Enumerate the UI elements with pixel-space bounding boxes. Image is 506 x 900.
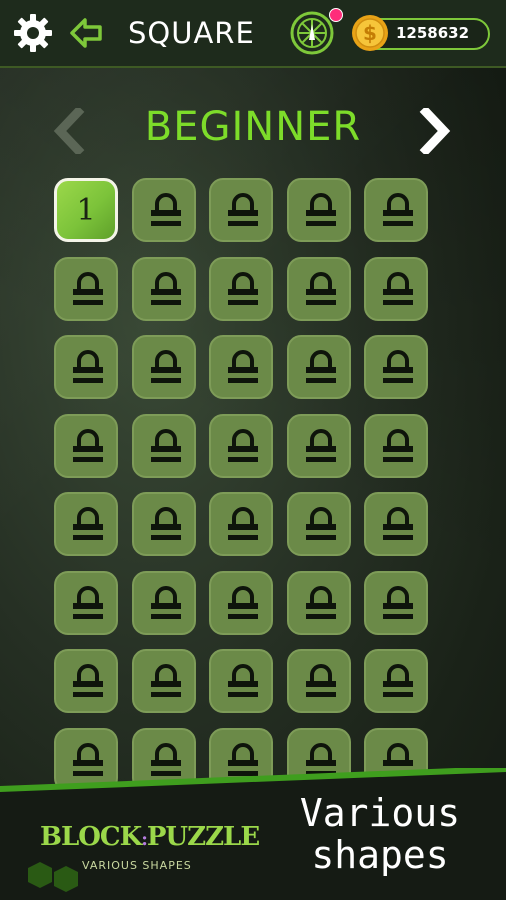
level-tile-locked[interactable] xyxy=(131,492,196,556)
lock-icon xyxy=(150,507,181,540)
level-tile-locked[interactable] xyxy=(131,413,196,478)
lock-icon xyxy=(383,585,413,619)
level-tile-locked[interactable] xyxy=(54,570,118,635)
level-tile-locked[interactable] xyxy=(286,570,351,635)
lock-icon xyxy=(73,271,103,305)
gear-icon[interactable] xyxy=(12,12,54,54)
lock-icon xyxy=(228,350,258,383)
level-tile-locked[interactable] xyxy=(131,178,196,242)
logo-subtitle: VARIOUS SHAPES xyxy=(82,859,192,872)
promo-tagline: Various shapes xyxy=(290,792,470,876)
lucky-wheel-icon[interactable] xyxy=(289,10,335,56)
lock-icon xyxy=(383,350,413,383)
lock-icon xyxy=(150,428,181,462)
lock-icon xyxy=(305,507,336,540)
page-title: SQUARE xyxy=(128,16,255,50)
lock-icon xyxy=(383,428,413,462)
level-tile-locked[interactable] xyxy=(131,256,196,321)
lock-icon xyxy=(305,585,336,619)
level-tile-locked[interactable] xyxy=(364,256,428,321)
level-tile-locked[interactable] xyxy=(364,492,428,556)
lock-icon xyxy=(305,350,336,383)
lock-icon xyxy=(73,664,103,697)
level-tile-locked[interactable] xyxy=(364,413,428,478)
lock-icon xyxy=(73,428,103,462)
lock-icon xyxy=(150,664,181,697)
level-tile-locked[interactable] xyxy=(286,256,351,321)
notification-dot xyxy=(329,8,343,22)
lock-icon xyxy=(305,193,336,226)
level-tile-locked[interactable] xyxy=(286,335,351,399)
lock-icon xyxy=(305,271,336,305)
lock-icon xyxy=(305,428,336,462)
lock-icon xyxy=(383,193,413,226)
tagline-line-2: shapes xyxy=(311,833,449,877)
lock-icon xyxy=(228,585,258,619)
level-tile-locked[interactable] xyxy=(54,256,118,321)
lock-icon xyxy=(228,428,258,462)
lock-icon xyxy=(73,350,103,383)
lock-icon xyxy=(150,350,181,383)
lock-icon xyxy=(73,507,103,540)
back-arrow-icon[interactable] xyxy=(68,15,104,51)
level-tile-locked[interactable] xyxy=(364,178,428,242)
lock-icon xyxy=(228,664,258,697)
level-tile-locked[interactable] xyxy=(209,335,273,399)
level-tile-locked[interactable] xyxy=(209,570,273,635)
level-tile-locked[interactable] xyxy=(209,256,273,321)
level-tile-locked[interactable] xyxy=(131,649,196,713)
svg-text:$: $ xyxy=(363,21,377,45)
lock-icon xyxy=(73,585,103,619)
level-tile-locked[interactable] xyxy=(209,413,273,478)
level-tile-locked[interactable] xyxy=(54,413,118,478)
level-tile-locked[interactable] xyxy=(54,649,118,713)
level-tile-locked[interactable] xyxy=(131,335,196,399)
level-tile-locked[interactable] xyxy=(364,649,428,713)
level-tile-unlocked[interactable]: 1 xyxy=(54,178,118,242)
level-tile-locked[interactable] xyxy=(209,649,273,713)
level-tile-locked[interactable] xyxy=(286,413,351,478)
level-tile-locked[interactable] xyxy=(54,492,118,556)
level-tile-locked[interactable] xyxy=(286,178,351,242)
level-tile-locked[interactable] xyxy=(209,492,273,556)
level-tile-locked[interactable] xyxy=(286,649,351,713)
lock-icon xyxy=(383,664,413,697)
level-tile-locked[interactable] xyxy=(131,570,196,635)
coin-icon: $ xyxy=(352,15,388,51)
tagline-line-1: Various xyxy=(299,791,461,835)
level-number: 1 xyxy=(76,192,96,228)
level-tile-locked[interactable] xyxy=(54,335,118,399)
level-tile-locked[interactable] xyxy=(364,335,428,399)
coin-amount: 1258632 xyxy=(396,24,470,42)
logo-word-block: BLOCK xyxy=(40,822,142,852)
lock-icon xyxy=(228,193,258,226)
chevron-right-icon[interactable] xyxy=(416,108,452,154)
lock-icon xyxy=(150,271,181,305)
lock-icon xyxy=(383,507,413,540)
level-tile-locked[interactable] xyxy=(209,178,273,242)
level-tile-locked[interactable] xyxy=(286,492,351,556)
lock-icon xyxy=(150,585,181,619)
lock-icon xyxy=(228,271,258,305)
lock-icon xyxy=(150,193,181,226)
level-tile-locked[interactable] xyxy=(364,570,428,635)
game-logo: BLOCK:PUZZLE xyxy=(40,822,260,852)
lock-icon xyxy=(305,664,336,697)
lock-icon xyxy=(383,271,413,305)
logo-word-puzzle: PUZZLE xyxy=(146,822,260,852)
lock-icon xyxy=(228,507,258,540)
